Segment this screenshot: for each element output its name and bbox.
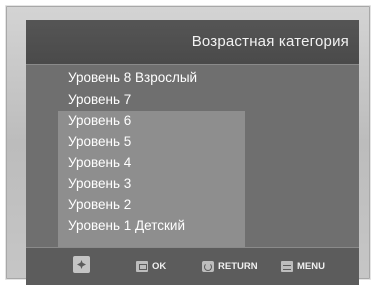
enter-key-icon [136, 260, 148, 272]
menu-label: MENU [297, 260, 325, 272]
list-item-level-5[interactable]: Уровень 5 [68, 132, 131, 152]
menu-hint[interactable]: MENU [281, 259, 325, 273]
list-item-level-1[interactable]: Уровень 1 Детский [68, 216, 185, 236]
return-hint[interactable]: RETURN [202, 259, 258, 273]
ok-hint[interactable]: OK [136, 259, 166, 273]
list-item-level-4[interactable]: Уровень 4 [68, 153, 131, 173]
title-bar: Возрастная категория [26, 20, 359, 65]
list-item-level-2[interactable]: Уровень 2 [68, 195, 131, 215]
return-label: RETURN [218, 260, 258, 272]
list-item-level-6[interactable]: Уровень 6 [68, 111, 131, 131]
page-title: Возрастная категория [191, 33, 349, 50]
ok-label: OK [152, 260, 167, 272]
navigate-arrows-icon [73, 256, 90, 273]
osd-screen: Возрастная категория Уровень 8 Взрослый … [26, 20, 359, 285]
list-item-level-3[interactable]: Уровень 3 [68, 174, 131, 194]
list-item-level-7[interactable]: Уровень 7 [68, 90, 131, 110]
key-hint-bar: OK RETURN MENU [26, 247, 359, 285]
menu-key-icon [281, 260, 293, 272]
list-item-level-8[interactable]: Уровень 8 Взрослый [68, 68, 197, 88]
return-arrow-icon [202, 260, 214, 272]
